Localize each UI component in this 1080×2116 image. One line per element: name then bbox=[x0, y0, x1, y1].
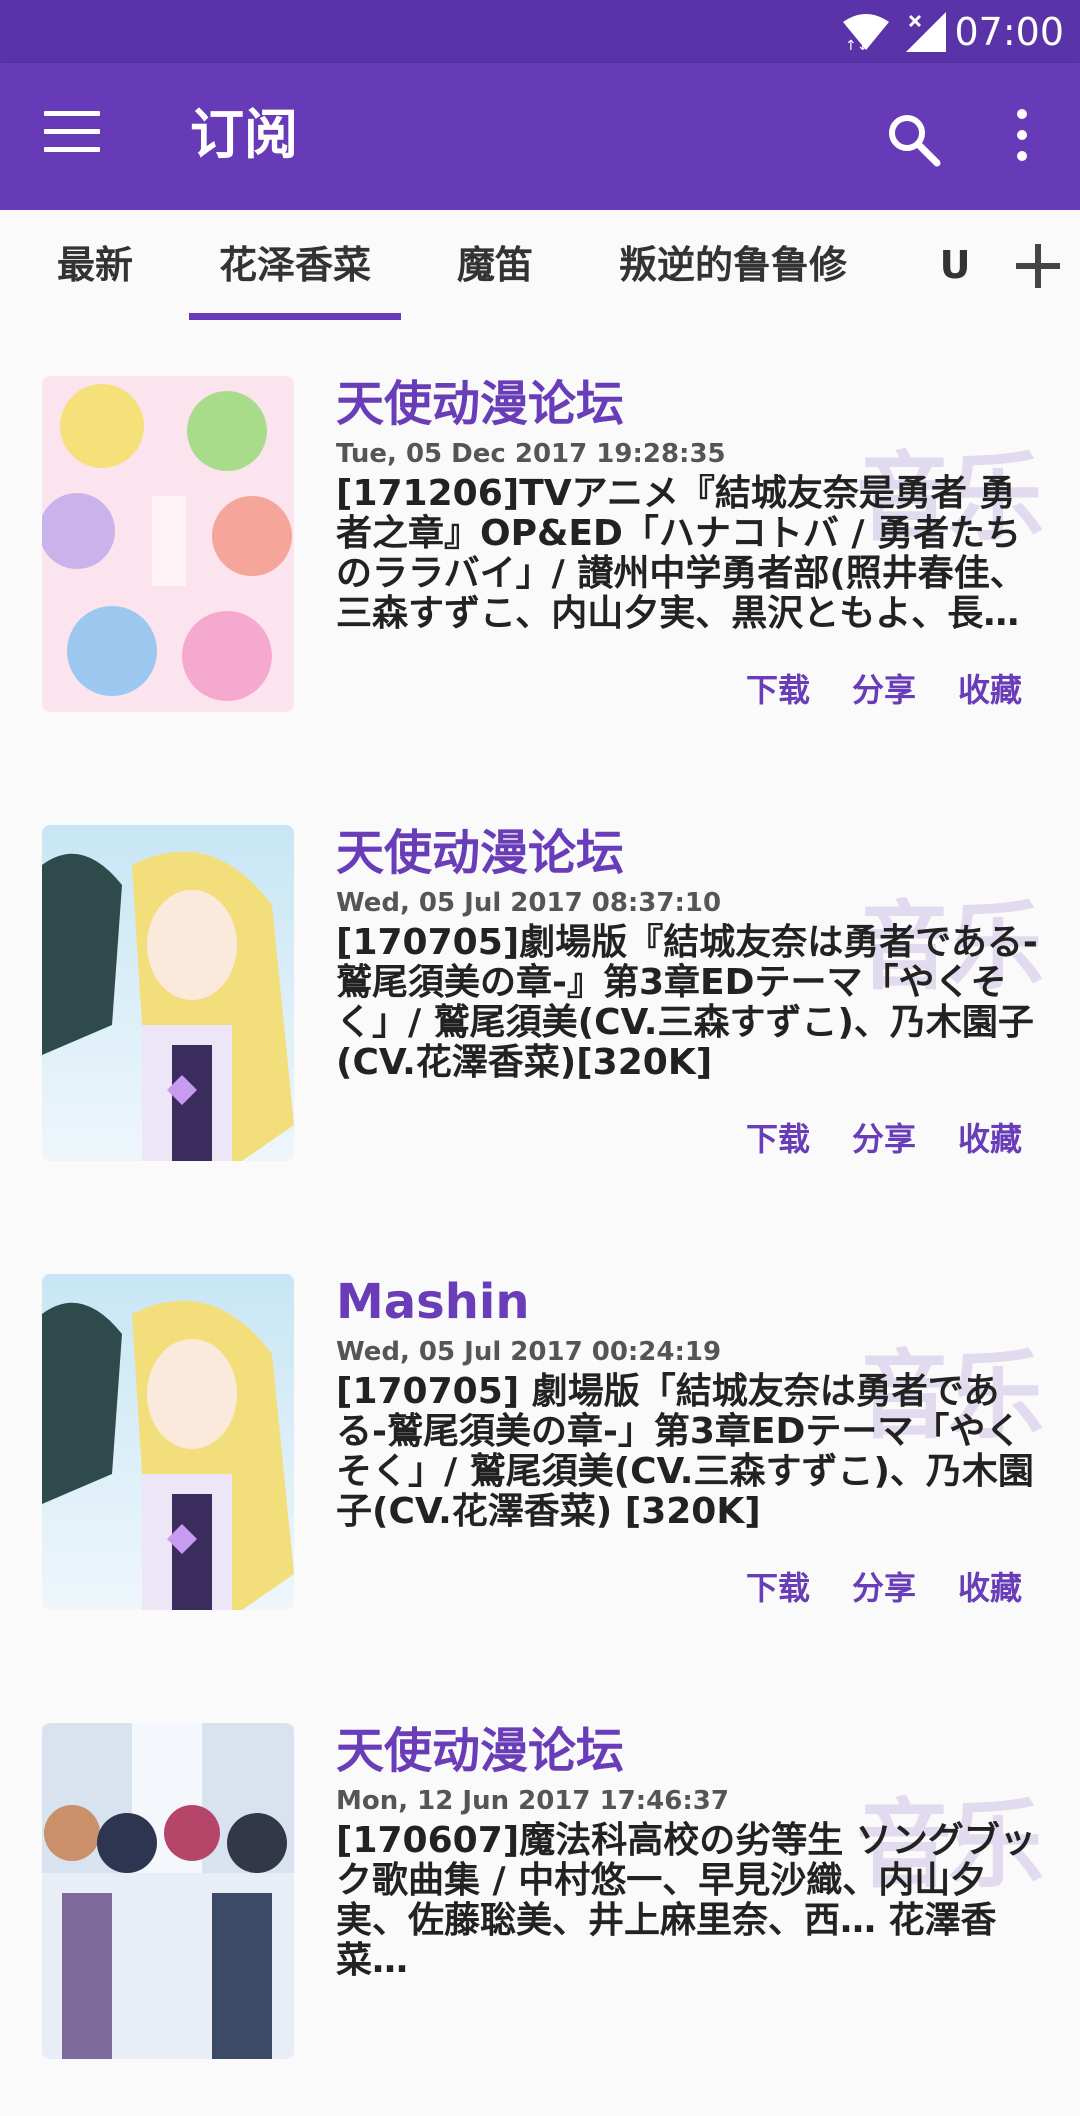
item-source[interactable]: 天使动漫论坛 bbox=[336, 823, 624, 883]
item-title[interactable]: [170705]劇場版『結城友奈は勇者である-鷲尾須美の章-』第3章EDテーマ「… bbox=[336, 923, 1042, 1083]
item-date: Mon, 12 Jun 2017 17:46:37 bbox=[336, 1786, 729, 1816]
item-source[interactable]: Mashin bbox=[336, 1272, 530, 1332]
favorite-button[interactable]: 收藏 bbox=[958, 1568, 1022, 1608]
list-item: 音乐 Mashin Wed, 05 Jul 2017 00:24:19 [170… bbox=[0, 1218, 1080, 1667]
tab-hanazawa-kana[interactable]: 花泽香菜 bbox=[189, 210, 401, 320]
tab-magic-flute[interactable]: 魔笛 bbox=[440, 210, 550, 320]
list-item: 音乐 天使动漫论坛 Tue, 05 Dec 2017 19:28:35 [171… bbox=[0, 320, 1080, 769]
more-options-icon[interactable] bbox=[1008, 109, 1036, 169]
list-item: 音乐 天使动漫论坛 Wed, 05 Jul 2017 08:37:10 [170… bbox=[0, 769, 1080, 1218]
cover-image[interactable] bbox=[42, 1723, 294, 2059]
page-title: 订阅 bbox=[190, 103, 298, 166]
item-actions: 下载 分享 收藏 bbox=[704, 1568, 1022, 1608]
app-bar: 订阅 bbox=[0, 63, 1080, 210]
list-item: 音乐 天使动漫论坛 Mon, 12 Jun 2017 17:46:37 [170… bbox=[0, 1667, 1080, 2116]
share-button[interactable]: 分享 bbox=[852, 670, 916, 710]
wifi-icon: ↑↓ bbox=[843, 14, 889, 52]
item-actions: 下载 分享 收藏 bbox=[704, 670, 1022, 710]
favorite-button[interactable]: 收藏 bbox=[958, 1119, 1022, 1159]
item-title[interactable]: [170705] 劇場版「結城友奈は勇者である-鷲尾須美の章-」第3章EDテーマ… bbox=[336, 1372, 1042, 1532]
item-actions: 下载 分享 收藏 bbox=[704, 1119, 1022, 1159]
search-icon[interactable] bbox=[885, 111, 941, 167]
share-button[interactable]: 分享 bbox=[852, 1119, 916, 1159]
tab-u[interactable]: U bbox=[930, 210, 980, 320]
tab-code-geass[interactable]: 叛逆的鲁鲁修 bbox=[600, 210, 866, 320]
signal-icon bbox=[906, 12, 946, 52]
download-button[interactable]: 下载 bbox=[746, 670, 810, 710]
download-button[interactable]: 下载 bbox=[746, 1568, 810, 1608]
cover-image[interactable] bbox=[42, 1274, 294, 1610]
item-title[interactable]: [170607]魔法科高校の劣等生 ソングブック歌曲集 / 中村悠一、早見沙織、… bbox=[336, 1821, 1042, 1981]
status-bar: ↑↓ 07:00 bbox=[0, 0, 1080, 63]
add-tab-icon[interactable] bbox=[1016, 244, 1060, 288]
favorite-button[interactable]: 收藏 bbox=[958, 670, 1022, 710]
item-date: Tue, 05 Dec 2017 19:28:35 bbox=[336, 439, 726, 469]
svg-text:↑↓: ↑↓ bbox=[845, 38, 868, 52]
tab-bar: 最新 花泽香菜 魔笛 叛逆的鲁鲁修 U bbox=[0, 210, 1080, 320]
download-button[interactable]: 下载 bbox=[746, 1119, 810, 1159]
cover-image[interactable] bbox=[42, 825, 294, 1161]
item-date: Wed, 05 Jul 2017 08:37:10 bbox=[336, 888, 722, 918]
status-time: 07:00 bbox=[954, 10, 1064, 54]
item-title[interactable]: [171206]TVアニメ『結城友奈是勇者 勇者之章』OP&ED「ハナコトバ /… bbox=[336, 474, 1042, 634]
menu-icon[interactable] bbox=[44, 111, 100, 159]
item-date: Wed, 05 Jul 2017 00:24:19 bbox=[336, 1337, 722, 1367]
cover-image[interactable] bbox=[42, 376, 294, 712]
item-source[interactable]: 天使动漫论坛 bbox=[336, 374, 624, 434]
share-button[interactable]: 分享 bbox=[852, 1568, 916, 1608]
tab-latest[interactable]: 最新 bbox=[40, 210, 150, 320]
item-source[interactable]: 天使动漫论坛 bbox=[336, 1721, 624, 1781]
